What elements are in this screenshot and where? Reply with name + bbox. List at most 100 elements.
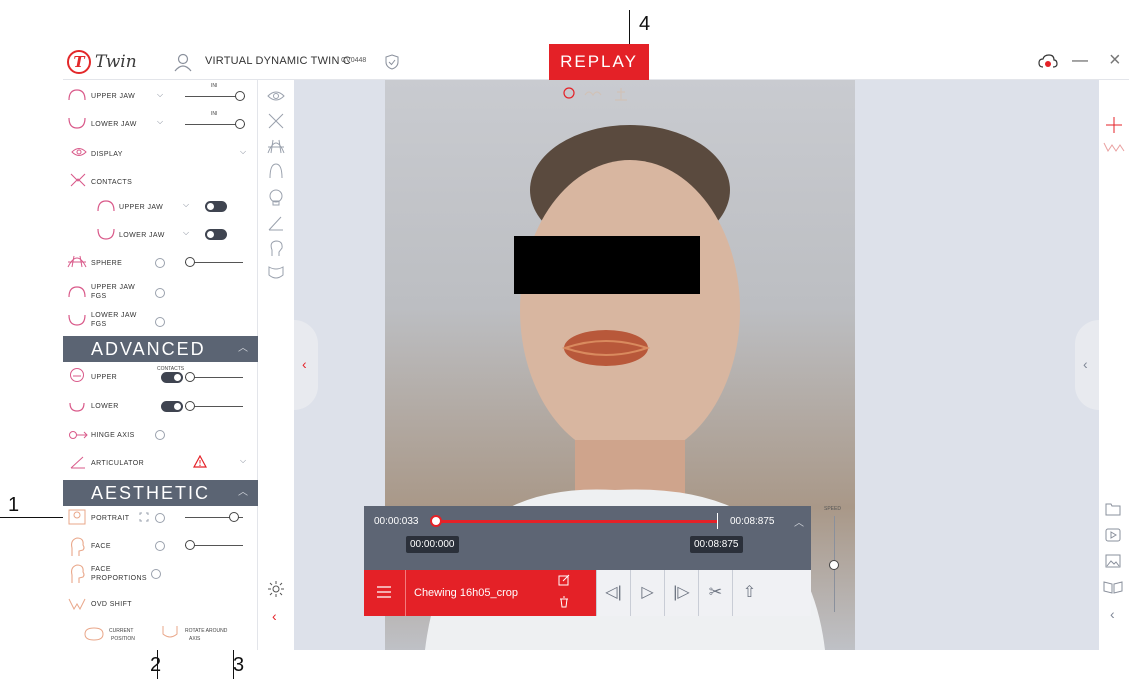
upper-jaw-label: UPPER JAW xyxy=(91,93,136,100)
contacts-upper-jaw-dropdown[interactable]: ⌵ xyxy=(183,200,189,210)
viewer: ‹ ‹ 00:00:033 00:08:875 ︿ 00:00:000 00:0… xyxy=(294,80,1099,650)
portrait-opacity-slider[interactable] xyxy=(185,512,243,522)
face-tool-icon[interactable] xyxy=(267,239,285,257)
share-button[interactable]: ⇧ xyxy=(732,570,766,616)
sphere-settings-icon[interactable] xyxy=(155,258,165,268)
lower-jaw-label: LOWER JAW xyxy=(91,121,137,128)
portrait-label: PORTRAIT xyxy=(91,515,130,522)
advanced-collapse-icon[interactable]: ︿ xyxy=(238,336,248,362)
app-window: T Twin VIRTUAL DYNAMIC TWIN C CV0448 REP… xyxy=(63,44,1129,650)
display-eye-icon[interactable] xyxy=(267,87,285,105)
aesthetic-title: AESTHETIC xyxy=(91,483,211,503)
collapse-left-panel-icon[interactable]: ‹ xyxy=(272,608,277,624)
delete-clip-icon[interactable] xyxy=(559,596,569,608)
current-time: 00:00:033 xyxy=(374,516,419,527)
advanced-upper-toggle[interactable] xyxy=(161,372,183,383)
contacts-upper-jaw-icon xyxy=(97,200,115,212)
user-icon[interactable] xyxy=(173,52,193,72)
sphere-slider[interactable] xyxy=(185,257,243,267)
timeline-collapse-icon[interactable]: ︿ xyxy=(794,514,804,529)
skull-tool-icon[interactable] xyxy=(267,188,285,206)
rotate-axis-icon[interactable] xyxy=(161,624,179,642)
speed-slider-knob[interactable] xyxy=(829,560,839,570)
current-position-icon[interactable] xyxy=(83,626,105,642)
upper-jaw-fgs-label-2: FGS xyxy=(91,293,107,300)
edit-clip-icon[interactable] xyxy=(558,574,570,586)
shield-check-icon[interactable] xyxy=(385,54,399,70)
advanced-title: ADVANCED xyxy=(91,339,206,359)
advanced-upper-slider[interactable] xyxy=(185,372,243,382)
crosshair-icon[interactable] xyxy=(1105,116,1123,134)
articulator-label: ARTICULATOR xyxy=(91,460,145,467)
face-proportions-label-1: FACE xyxy=(91,566,111,573)
advanced-section-header[interactable]: ADVANCED ︿ xyxy=(63,336,258,362)
upper-jaw-dropdown[interactable]: ⌵ xyxy=(157,90,163,100)
hinge-axis-settings-icon[interactable] xyxy=(155,430,165,440)
jaw-tool-icon[interactable] xyxy=(267,162,285,180)
contacts-icon xyxy=(70,173,86,187)
upper-jaw-fgs-settings-icon[interactable] xyxy=(155,288,165,298)
upper-jaw-slider[interactable] xyxy=(185,91,245,101)
lower-arch-icon xyxy=(69,402,85,412)
mask-tool-icon[interactable] xyxy=(267,264,285,282)
viewer-left-nav[interactable]: ‹ xyxy=(294,320,318,410)
portrait-fullscreen-icon[interactable] xyxy=(139,512,149,522)
articulator-dropdown[interactable]: ⌵ xyxy=(240,456,246,466)
lower-jaw-dropdown[interactable]: ⌵ xyxy=(157,117,163,127)
contacts-lower-jaw-icon xyxy=(97,228,115,240)
contacts-lower-jaw-dropdown[interactable]: ⌵ xyxy=(183,228,189,238)
upper-jaw-fgs-label-1: UPPER JAW xyxy=(91,284,136,291)
timeline-playhead[interactable] xyxy=(430,515,442,527)
next-frame-button[interactable]: |▷ xyxy=(664,570,698,616)
minimize-button[interactable]: — xyxy=(1072,52,1088,70)
menu-button[interactable] xyxy=(364,570,406,616)
contacts-upper-jaw-label: UPPER JAW xyxy=(119,204,164,211)
face-slider[interactable] xyxy=(185,540,243,550)
replay-mode-label: REPLAY xyxy=(549,44,649,80)
face-overlay-icons xyxy=(563,87,627,101)
viewer-right-nav[interactable]: ‹ xyxy=(1075,320,1099,410)
face-label: FACE xyxy=(91,543,111,550)
book-icon[interactable] xyxy=(1103,580,1123,594)
folder-icon[interactable] xyxy=(1105,502,1121,516)
display-dropdown[interactable]: ⌵ xyxy=(240,147,246,157)
collapse-right-panel-icon[interactable]: ‹ xyxy=(1110,606,1115,622)
video-icon[interactable] xyxy=(1105,528,1121,542)
lower-jaw-fgs-label-2: FGS xyxy=(91,321,107,328)
right-toolbar: ‹ xyxy=(1099,80,1129,650)
cloud-record-icon[interactable] xyxy=(1038,54,1058,70)
lower-jaw-fgs-settings-icon[interactable] xyxy=(155,317,165,327)
face-settings-icon[interactable] xyxy=(155,541,165,551)
timeline-end-marker[interactable] xyxy=(717,513,718,529)
lower-jaw-slider[interactable] xyxy=(185,119,245,129)
cut-button[interactable]: ✂ xyxy=(698,570,732,616)
display-label: DISPLAY xyxy=(91,151,123,158)
image-icon[interactable] xyxy=(1105,554,1121,568)
timeline-track[interactable] xyxy=(434,520,718,523)
articulator-tool-icon[interactable] xyxy=(267,214,285,232)
contacts-upper-jaw-toggle[interactable] xyxy=(205,201,227,212)
sphere-tool-icon[interactable] xyxy=(267,137,285,155)
rotate-axis-label-2: AXIS xyxy=(189,636,201,642)
advanced-lower-toggle[interactable] xyxy=(161,401,183,412)
face-proportions-label-2: PROPORTIONS xyxy=(91,575,148,582)
advanced-lower-slider[interactable] xyxy=(185,401,243,411)
rotate-axis-label-1: ROTATE AROUND xyxy=(185,628,228,634)
sphere-icon xyxy=(67,255,87,268)
upper-jaw-fgs-icon xyxy=(68,286,86,298)
close-button[interactable]: × xyxy=(1109,49,1121,72)
motion-curve-icon[interactable] xyxy=(1103,140,1125,154)
contacts-lower-jaw-toggle[interactable] xyxy=(205,229,227,240)
aesthetic-collapse-icon[interactable]: ︿ xyxy=(238,480,248,506)
upper-jaw-ini: INI xyxy=(211,83,218,89)
face-icon xyxy=(71,537,85,556)
play-button[interactable]: ▷ xyxy=(630,570,664,616)
aesthetic-section-header[interactable]: AESTHETIC ︿ xyxy=(63,480,258,506)
face-proportions-settings-icon[interactable] xyxy=(151,569,161,579)
warning-icon xyxy=(193,455,207,468)
contacts-tool-icon[interactable] xyxy=(267,112,285,130)
previous-frame-button[interactable]: ◁| xyxy=(596,570,630,616)
brightness-icon[interactable] xyxy=(267,580,285,598)
annotation-2: 2 xyxy=(150,654,162,676)
portrait-settings-icon[interactable] xyxy=(155,513,165,523)
